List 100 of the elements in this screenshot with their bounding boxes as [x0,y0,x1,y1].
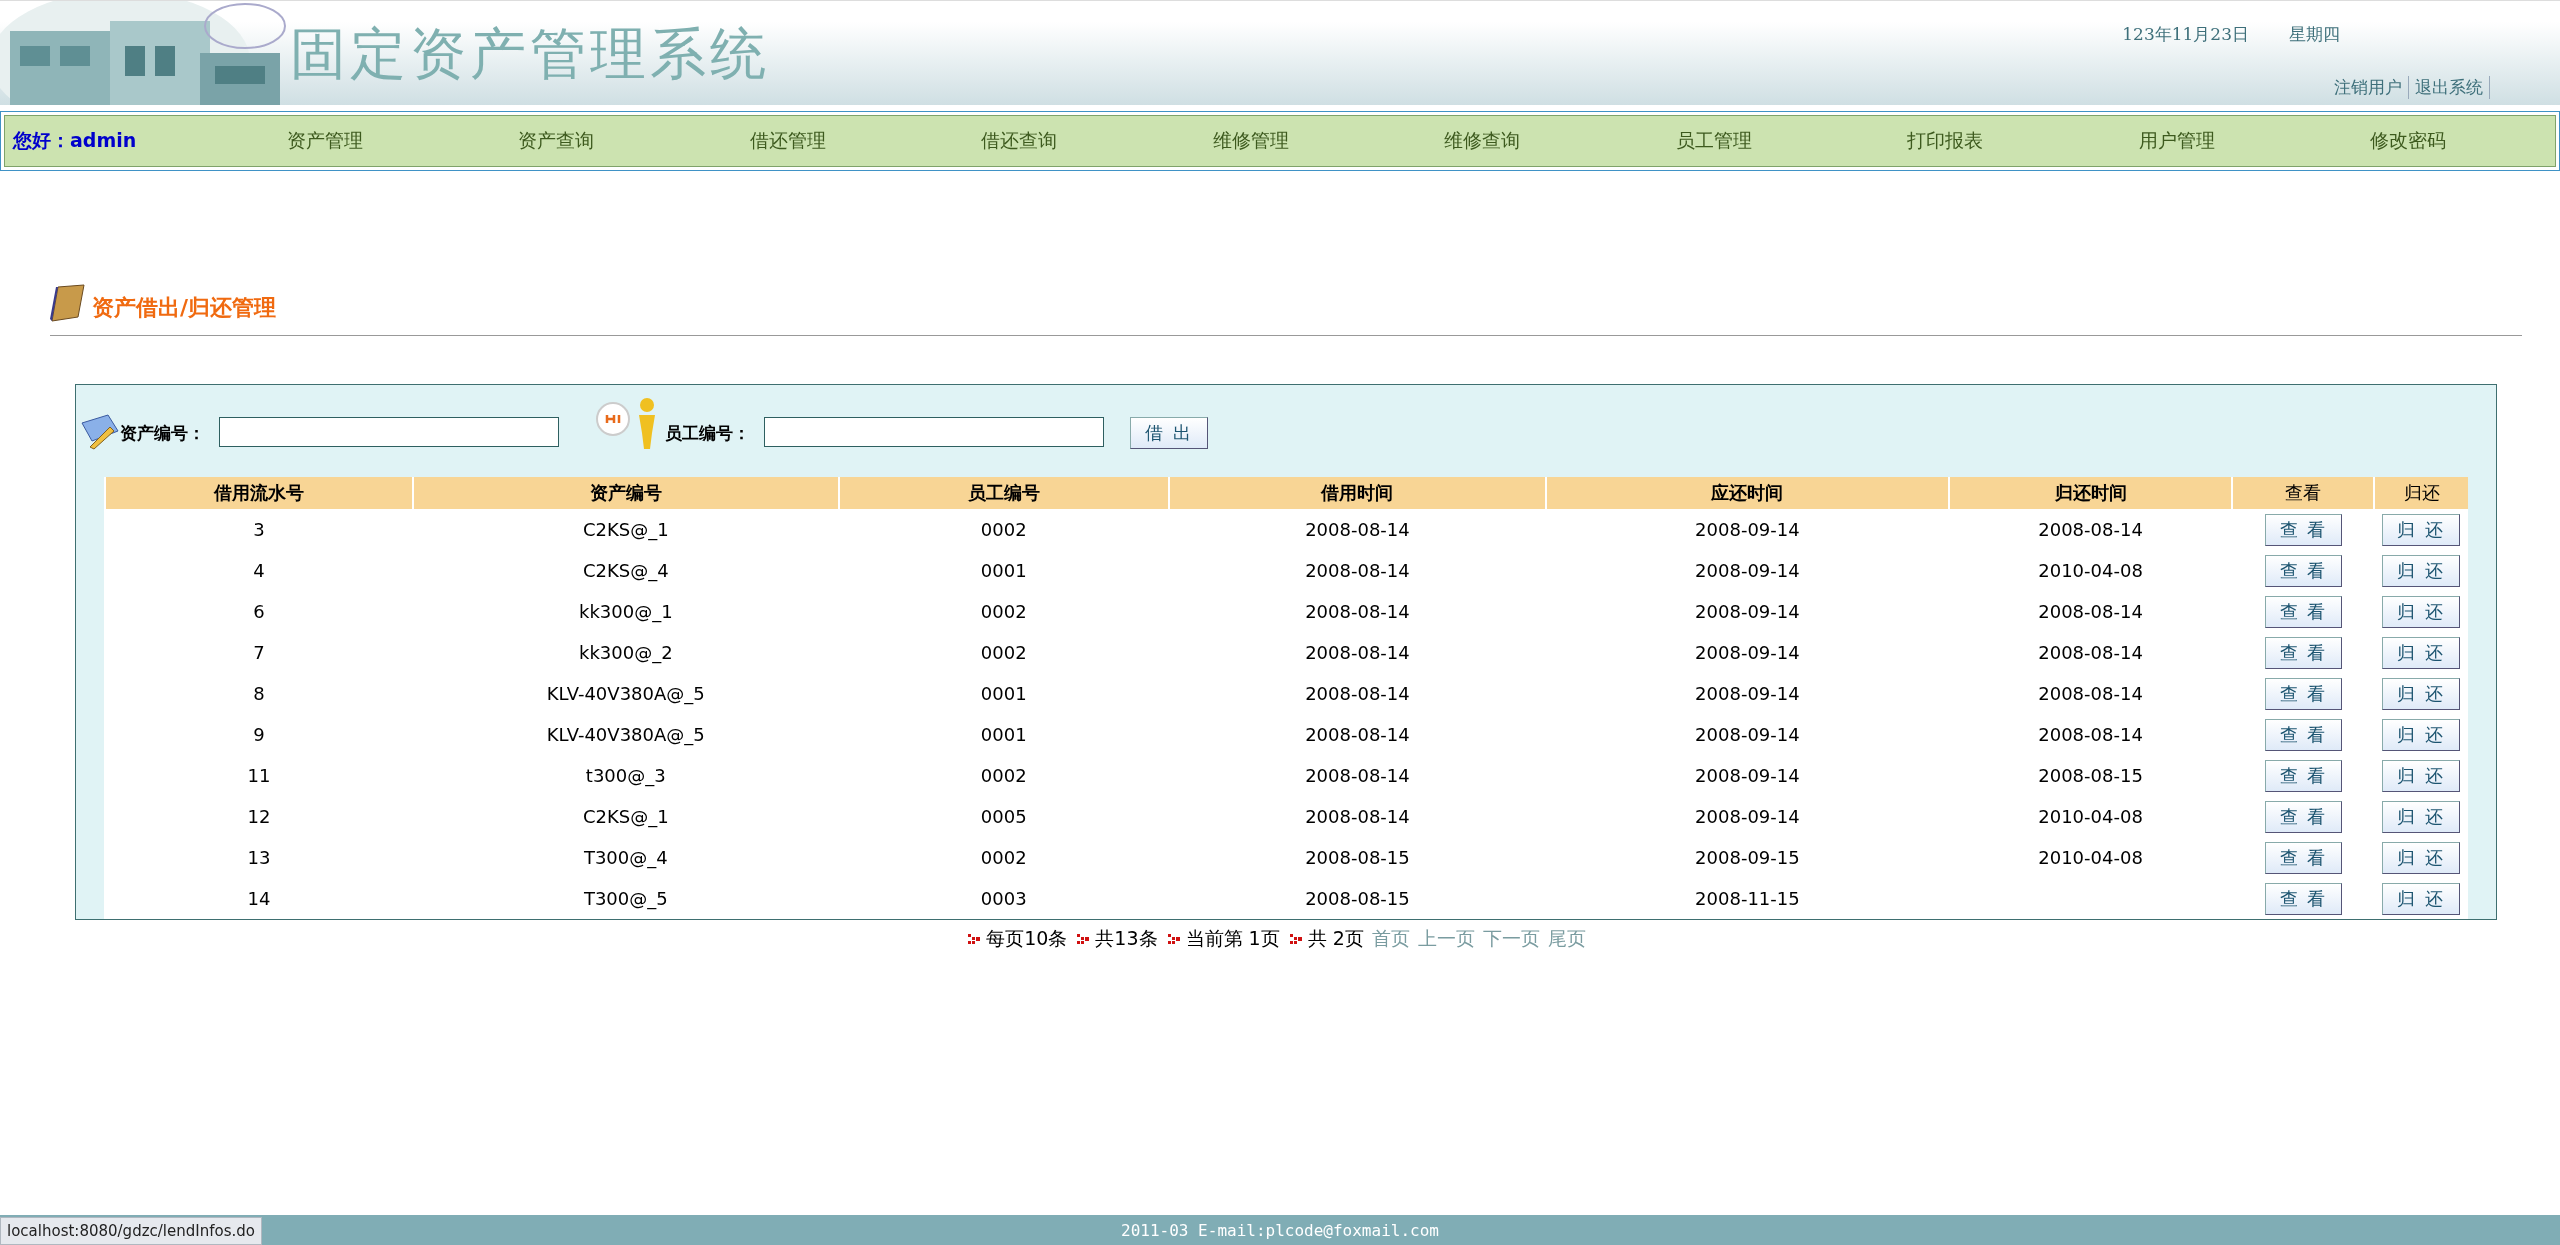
table-cell: 2008-08-15 [1305,888,1410,909]
view-button[interactable]: 查 看 [2264,759,2343,792]
table-cell: 2008-09-14 [1695,642,1800,663]
table-cell: 2008-08-14 [1305,765,1410,786]
table-cell: KLV-40V380A@_5 [546,724,705,745]
greeting: 您好：admin [13,128,138,153]
column-header: 资产编号 [412,477,839,509]
table-cell: 3 [253,519,265,540]
asset-input[interactable] [219,417,559,447]
view-button[interactable]: 查 看 [2264,636,2343,669]
view-button[interactable]: 查 看 [2264,841,2343,874]
table-cell: 0002 [980,765,1027,786]
nav-item[interactable]: 资产查询 [440,128,672,154]
table-cell: 2008-08-14 [2038,601,2143,622]
table-cell: 2008-09-14 [1695,724,1800,745]
page-title: 资产借出/归还管理 [92,294,277,322]
column-header: 归还 [2374,477,2468,509]
header-link[interactable]: 退出系统 [2409,76,2490,99]
column-header: 借用流水号 [105,477,413,509]
table-cell: 2008-09-14 [1695,806,1800,827]
nav-item[interactable]: 打印报表 [1829,128,2061,154]
lend-button[interactable]: 借 出 [1130,417,1208,449]
table-cell: 7 [253,642,265,663]
table-cell: kk300@_2 [578,642,673,663]
view-button[interactable]: 查 看 [2264,718,2343,751]
arrow-icon [1287,932,1304,946]
view-button[interactable]: 查 看 [2264,554,2343,587]
table-cell: 2008-08-14 [1305,519,1410,540]
view-button[interactable]: 查 看 [2264,882,2343,915]
column-header: 借用时间 [1168,477,1547,509]
table-cell: 2008-08-14 [1305,806,1410,827]
view-button[interactable]: 查 看 [2264,513,2343,546]
return-button[interactable]: 归 还 [2382,800,2461,833]
return-button[interactable]: 归 还 [2382,718,2461,751]
nav-item[interactable]: 维修管理 [1135,128,1367,154]
table-cell: 4 [253,560,265,581]
column-header: 员工编号 [838,477,1169,509]
table-cell: 14 [247,888,271,909]
table-cell: 2008-08-14 [1305,724,1410,745]
return-button[interactable]: 归 还 [2382,841,2461,874]
view-button[interactable]: 查 看 [2264,677,2343,710]
nav-item[interactable]: 员工管理 [1598,128,1830,154]
table-cell: 0005 [980,806,1027,827]
return-button[interactable]: 归 还 [2382,513,2461,546]
view-button[interactable]: 查 看 [2264,595,2343,628]
table-cell: 2008-09-14 [1695,601,1800,622]
return-button[interactable]: 归 还 [2382,759,2461,792]
table-cell: 2008-08-14 [1305,601,1410,622]
table-cell: 2008-09-15 [1695,847,1800,868]
pager-info: 当前第 1页 [1185,926,1280,951]
column-header: 归还时间 [1948,477,2233,509]
table-cell: 0002 [980,519,1027,540]
return-button[interactable]: 归 还 [2382,882,2461,915]
footer-text: 2011-03 E-mail:plcode@foxmail.com [1121,1220,1439,1240]
table-cell: 0002 [980,601,1027,622]
nav-item[interactable]: 维修查询 [1366,128,1598,154]
status-url: localhost:8080/gdzc/lendInfos.do [0,1217,262,1245]
table-cell: 2008-08-14 [1305,683,1410,704]
nav-item[interactable]: 借还管理 [672,128,904,154]
table-cell: 2008-08-14 [2038,519,2143,540]
table-cell: 13 [247,847,271,868]
nav-item[interactable]: 用户管理 [2061,128,2293,154]
table-cell: C2KS@_1 [582,806,669,827]
nav-item[interactable]: 资产管理 [209,128,441,154]
table-cell: 2008-08-15 [2038,765,2143,786]
table-cell: 2010-04-08 [2038,847,2143,868]
employee-input[interactable] [764,417,1104,447]
table-cell: 2008-08-14 [2038,642,2143,663]
nav-item[interactable]: 修改密码 [2292,128,2524,154]
nav-item[interactable]: 借还查询 [903,128,1135,154]
pager-info: 共 2页 [1307,926,1364,951]
table-cell: 2008-08-14 [2038,724,2143,745]
header-link[interactable]: 注销用户 [2328,76,2409,99]
table-cell: 2010-04-08 [2038,560,2143,581]
table-cell: T300@_4 [583,847,668,868]
date-text: 123年11月23日 [2122,23,2249,46]
pager-info: 每页10条 [986,926,1068,951]
arrow-icon [1075,932,1092,946]
table-cell: 2008-08-14 [2038,683,2143,704]
table-cell: 2008-08-14 [1305,642,1410,663]
table-cell: kk300@_1 [578,601,673,622]
table-cell: 6 [253,601,265,622]
field-label: 资产编号： [120,422,205,445]
table-cell: t300@_3 [585,765,666,786]
view-button[interactable]: 查 看 [2264,800,2343,833]
column-header: 查看 [2232,477,2375,509]
table-cell: C2KS@_1 [582,519,669,540]
table-cell: T300@_5 [583,888,668,909]
table-cell: 0002 [980,847,1027,868]
field-label: 员工编号： [665,422,750,445]
column-header: 应还时间 [1546,477,1949,509]
table-cell: 0003 [980,888,1027,909]
return-button[interactable]: 归 还 [2382,554,2461,587]
book-icon [50,283,86,323]
table-cell: 2008-09-14 [1695,519,1800,540]
return-button[interactable]: 归 还 [2382,636,2461,669]
table-cell: 2008-08-15 [1305,847,1410,868]
return-button[interactable]: 归 还 [2382,677,2461,710]
table-cell: 12 [247,806,271,827]
return-button[interactable]: 归 还 [2382,595,2461,628]
